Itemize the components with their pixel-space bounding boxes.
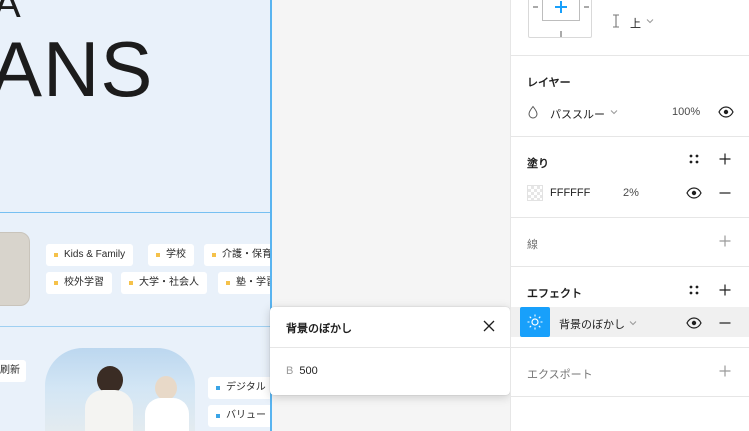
category-tag: 校外学習 xyxy=(46,272,112,294)
section-divider xyxy=(511,55,749,56)
hero-heading: ANS xyxy=(0,25,154,113)
add-export-icon[interactable] xyxy=(719,365,731,377)
constraint-widget[interactable] xyxy=(528,0,592,38)
stroke-section-title[interactable]: 線 xyxy=(527,236,538,252)
category-tag: 塾・学習 xyxy=(218,272,271,294)
blur-field-label: B xyxy=(286,365,294,377)
properties-panel: 上 レイヤー パススルー 100% 塗り FFFFFF 2% 線 エフェクト 背… xyxy=(510,0,749,431)
fill-hex-input[interactable]: FFFFFF xyxy=(550,187,590,199)
effect-settings-button[interactable] xyxy=(520,307,550,337)
grid-styles-icon[interactable] xyxy=(688,153,700,165)
effect-type-select[interactable]: 背景のぼかし xyxy=(559,316,625,332)
blur-field-value[interactable]: 500 xyxy=(299,365,317,377)
category-tag: Kids & Family xyxy=(46,244,134,266)
fill-section-title: 塗り xyxy=(527,158,549,170)
blend-mode-icon xyxy=(528,105,538,119)
vertical-constraint-icon xyxy=(613,14,619,28)
layer-opacity-input[interactable]: 100% xyxy=(672,106,700,118)
hero-partial-letter: A xyxy=(0,0,21,26)
eye-icon[interactable] xyxy=(686,316,702,330)
category-tag: 学校 xyxy=(148,244,194,266)
blur-amount-field[interactable]: B 500 xyxy=(286,365,318,377)
fill-color-swatch[interactable] xyxy=(527,185,543,201)
eye-icon[interactable] xyxy=(686,186,702,200)
thumbnail-card xyxy=(0,232,30,306)
chevron-down-icon[interactable] xyxy=(629,319,637,327)
fill-opacity-input[interactable]: 2% xyxy=(623,187,639,199)
section-divider xyxy=(511,217,749,218)
eye-icon[interactable] xyxy=(718,105,734,119)
layer-section-title: レイヤー xyxy=(527,77,571,89)
popover-divider xyxy=(270,347,510,348)
chevron-down-icon[interactable] xyxy=(610,108,618,116)
constraint-lines-icon xyxy=(533,1,589,37)
section-divider xyxy=(511,136,749,137)
section-divider xyxy=(0,212,271,213)
chevron-down-icon[interactable] xyxy=(646,17,654,25)
sun-icon xyxy=(527,314,543,330)
students-photo xyxy=(45,348,195,431)
effects-section-title: エフェクト xyxy=(527,288,582,300)
popover-title: 背景のぼかし xyxy=(286,323,352,335)
category-tag: デジタル xyxy=(208,377,271,399)
category-tag: 大学・社会人 xyxy=(121,272,207,294)
category-tag: 介護・保育 xyxy=(204,244,271,266)
background-blur-popover: 背景のぼかし B 500 xyxy=(270,307,510,395)
grid-styles-icon[interactable] xyxy=(688,284,700,296)
section-divider xyxy=(0,326,271,327)
close-icon[interactable] xyxy=(482,319,496,333)
section-divider xyxy=(511,266,749,267)
add-stroke-icon[interactable] xyxy=(719,235,731,247)
section-divider xyxy=(511,347,749,348)
blend-mode-select[interactable]: パススルー xyxy=(550,106,605,122)
vertical-constraint-value[interactable]: 上 xyxy=(630,15,641,31)
export-section-title[interactable]: エクスポート xyxy=(527,366,593,382)
remove-fill-icon[interactable] xyxy=(719,188,731,198)
selected-frame[interactable]: A ANS Kids & Family 学校 介護・保育 校外学習 大学・社会人… xyxy=(0,0,271,431)
category-tag: バリュー xyxy=(208,405,271,427)
add-effect-icon[interactable] xyxy=(719,284,731,296)
add-fill-icon[interactable] xyxy=(719,153,731,165)
section-divider xyxy=(511,396,749,397)
remove-effect-icon[interactable] xyxy=(719,318,731,328)
category-tag: 刷新 xyxy=(0,360,26,382)
